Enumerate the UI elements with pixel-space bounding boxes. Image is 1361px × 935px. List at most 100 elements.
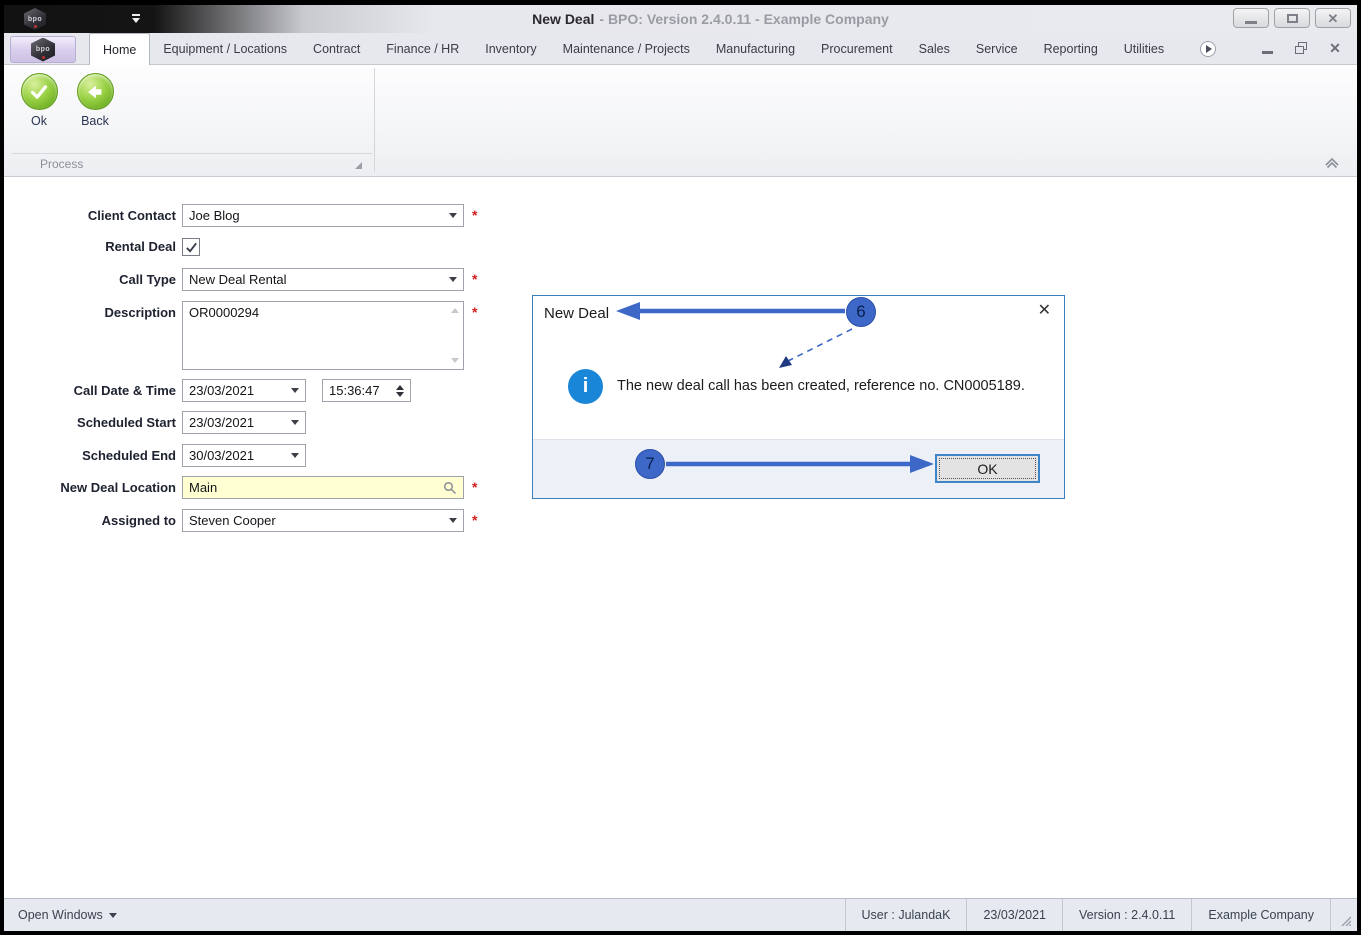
required-marker: * bbox=[472, 207, 478, 223]
application-menu-button[interactable]: bpo bbox=[10, 36, 76, 63]
call-time-value: 15:36:47 bbox=[329, 383, 380, 398]
titlebar: bpo New Deal - BPO: Version 2.4.0.11 - E… bbox=[4, 5, 1357, 33]
group-dialog-launcher-icon[interactable] bbox=[355, 162, 362, 169]
new-deal-message-dialog: New Deal ✕ i The new deal call has been … bbox=[532, 295, 1065, 499]
check-circle-icon bbox=[20, 73, 58, 110]
dialog-ok-button[interactable]: OK bbox=[935, 454, 1040, 483]
scheduled-end-value: 30/03/2021 bbox=[189, 448, 255, 463]
ribbon-group-label: Process bbox=[40, 156, 84, 171]
tab-reporting[interactable]: Reporting bbox=[1031, 33, 1111, 65]
chevron-down-icon bbox=[291, 388, 299, 393]
ok-ribbon-label: Ok bbox=[31, 114, 47, 128]
rental-deal-checkbox[interactable] bbox=[182, 238, 200, 256]
dialog-footer: OK bbox=[533, 439, 1064, 498]
collapse-ribbon-button[interactable] bbox=[1323, 156, 1341, 170]
scheduled-end-label: Scheduled End bbox=[82, 448, 176, 463]
statusbar-user: User : JulandaK bbox=[844, 899, 967, 931]
play-arrow-icon bbox=[1206, 45, 1212, 53]
chevron-down-icon bbox=[449, 518, 457, 523]
call-type-dropdown[interactable]: New Deal Rental bbox=[182, 268, 464, 291]
description-textarea[interactable]: OR0000294 bbox=[182, 301, 464, 370]
tab-scroll-right-button[interactable] bbox=[1200, 41, 1216, 57]
assigned-to-label: Assigned to bbox=[101, 513, 176, 528]
scheduled-start-value: 23/03/2021 bbox=[189, 415, 255, 430]
chevron-down-icon bbox=[108, 912, 117, 918]
search-icon bbox=[443, 481, 457, 494]
minimize-icon bbox=[1245, 20, 1257, 24]
mdi-minimize-button[interactable] bbox=[1259, 40, 1275, 56]
spin-down-icon bbox=[396, 391, 404, 397]
tab-maintenance-projects[interactable]: Maintenance / Projects bbox=[550, 33, 703, 65]
call-date-dropdown[interactable]: 23/03/2021 bbox=[182, 379, 306, 402]
mdi-close-button[interactable]: ✕ bbox=[1327, 40, 1343, 56]
time-spinner-arrows[interactable] bbox=[396, 384, 404, 397]
info-icon: i bbox=[568, 369, 603, 404]
tab-home[interactable]: Home bbox=[89, 33, 151, 65]
scheduled-start-label: Scheduled Start bbox=[77, 415, 176, 430]
required-marker: * bbox=[472, 271, 478, 287]
open-windows-dropdown[interactable]: Open Windows bbox=[4, 908, 117, 922]
ribbon-group-process: Process bbox=[12, 153, 372, 173]
call-date-time-label: Call Date & Time bbox=[73, 383, 176, 398]
tab-equipment-locations[interactable]: Equipment / Locations bbox=[150, 33, 300, 65]
dialog-message: The new deal call has been created, refe… bbox=[617, 378, 1025, 394]
minimize-icon bbox=[1261, 51, 1273, 54]
client-area: Client Contact Joe Blog * Rental Deal Ca… bbox=[4, 178, 1357, 898]
mdi-restore-button[interactable] bbox=[1293, 40, 1309, 56]
tab-procurement[interactable]: Procurement bbox=[808, 33, 906, 65]
tab-inventory[interactable]: Inventory bbox=[472, 33, 549, 65]
dialog-close-icon[interactable]: ✕ bbox=[1038, 303, 1051, 319]
resize-grip-icon[interactable] bbox=[1331, 899, 1357, 931]
scroll-down-icon[interactable] bbox=[451, 358, 459, 363]
tab-manufacturing[interactable]: Manufacturing bbox=[703, 33, 808, 65]
tab-contract[interactable]: Contract bbox=[300, 33, 373, 65]
call-date-value: 23/03/2021 bbox=[189, 383, 255, 398]
app-window: bpo New Deal - BPO: Version 2.4.0.11 - E… bbox=[4, 5, 1357, 931]
back-arrow-circle-icon bbox=[76, 73, 114, 110]
assigned-to-value: Steven Cooper bbox=[189, 513, 276, 528]
quick-access-caret-icon[interactable] bbox=[130, 14, 142, 24]
new-deal-location-value: Main bbox=[189, 480, 218, 495]
maximize-icon bbox=[1286, 13, 1298, 23]
tab-service[interactable]: Service bbox=[963, 33, 1031, 65]
close-icon: ✕ bbox=[1327, 10, 1339, 26]
client-contact-value: Joe Blog bbox=[189, 208, 240, 223]
annotation-step-7: 7 bbox=[635, 449, 665, 479]
description-label: Description bbox=[104, 305, 176, 320]
client-contact-dropdown[interactable]: Joe Blog bbox=[182, 204, 464, 227]
statusbar-company: Example Company bbox=[1191, 899, 1331, 931]
close-button[interactable]: ✕ bbox=[1315, 8, 1351, 28]
statusbar: Open Windows User : JulandaK 23/03/2021 … bbox=[4, 898, 1357, 931]
required-marker: * bbox=[472, 512, 478, 528]
window-title-rest: - BPO: Version 2.4.0.11 - Example Compan… bbox=[599, 11, 889, 27]
scheduled-start-dropdown[interactable]: 23/03/2021 bbox=[182, 411, 306, 434]
call-time-spinner[interactable]: 15:36:47 bbox=[322, 379, 411, 402]
new-deal-location-lookup[interactable]: Main bbox=[182, 476, 464, 499]
back-ribbon-button[interactable]: Back bbox=[68, 73, 122, 139]
chevron-down-icon bbox=[291, 453, 299, 458]
tab-finance-hr[interactable]: Finance / HR bbox=[373, 33, 472, 65]
tab-utilities[interactable]: Utilities bbox=[1111, 33, 1177, 65]
scheduled-end-dropdown[interactable]: 30/03/2021 bbox=[182, 444, 306, 467]
tab-sales[interactable]: Sales bbox=[906, 33, 963, 65]
app-logo-icon: bpo bbox=[24, 8, 46, 30]
statusbar-version: Version : 2.4.0.11 bbox=[1062, 899, 1191, 931]
app-logo-icon-small: bpo bbox=[31, 37, 55, 62]
close-icon: ✕ bbox=[1329, 40, 1341, 56]
window-title: New Deal - BPO: Version 2.4.0.11 - Examp… bbox=[204, 5, 1217, 33]
ok-ribbon-button[interactable]: Ok bbox=[12, 73, 66, 139]
ribbon-tabs: Home Equipment / Locations Contract Fina… bbox=[89, 33, 1201, 65]
maximize-button[interactable] bbox=[1274, 8, 1310, 28]
statusbar-date: 23/03/2021 bbox=[966, 899, 1062, 931]
ribbon-group-separator bbox=[374, 68, 375, 172]
restore-icon bbox=[1295, 42, 1307, 54]
scroll-up-icon[interactable] bbox=[451, 308, 459, 313]
app-logo-hexagon: bpo bbox=[24, 8, 46, 30]
assigned-to-dropdown[interactable]: Steven Cooper bbox=[182, 509, 464, 532]
new-deal-location-label: New Deal Location bbox=[60, 480, 176, 495]
call-type-value: New Deal Rental bbox=[189, 272, 287, 287]
back-ribbon-label: Back bbox=[81, 114, 109, 128]
minimize-button[interactable] bbox=[1233, 8, 1269, 28]
checkmark-icon bbox=[185, 242, 197, 253]
chevron-down-icon bbox=[449, 277, 457, 282]
